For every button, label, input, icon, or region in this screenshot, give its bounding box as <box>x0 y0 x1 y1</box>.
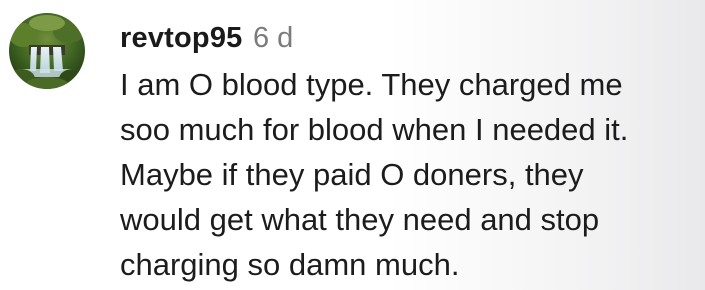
comment-content: revtop95 6 d I am O blood type. They cha… <box>120 18 705 287</box>
comment-timestamp[interactable]: 6 d <box>253 22 293 54</box>
comment-text-line: Maybe if they paid O doners, they <box>120 157 584 192</box>
comment-meta: revtop95 6 d <box>120 18 705 58</box>
username-link[interactable]: revtop95 <box>120 22 243 54</box>
comment-text: I am O blood type. They charged me soo m… <box>120 62 705 287</box>
comment-text-line: soo much for blood when I needed it. <box>120 112 629 147</box>
avatar[interactable] <box>9 13 85 89</box>
comment-text-line: charging so damn much. <box>120 247 460 282</box>
comment-text-line: I am O blood type. They charged me <box>120 67 623 102</box>
waterfall-forest-avatar-icon <box>9 13 85 89</box>
comment-text-line: would get what they need and stop <box>120 202 600 237</box>
comment-item: revtop95 6 d I am O blood type. They cha… <box>0 0 705 290</box>
